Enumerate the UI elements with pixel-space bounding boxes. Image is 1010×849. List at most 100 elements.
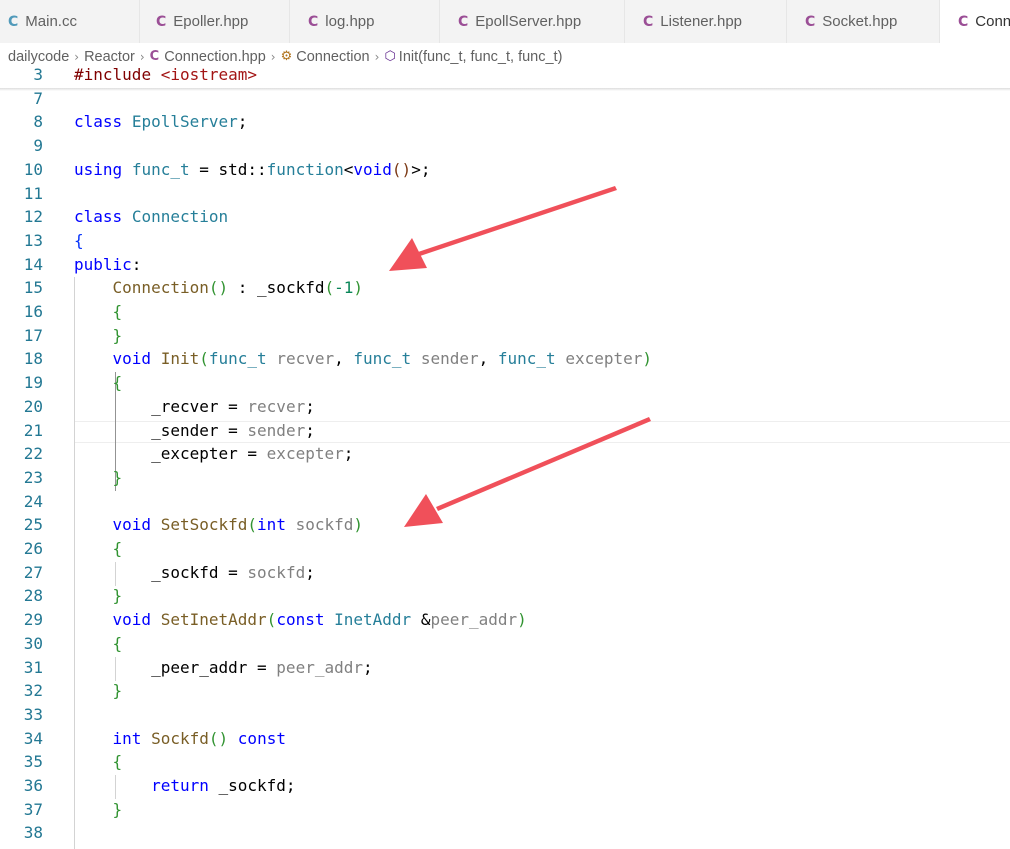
code-token: Connection [112, 278, 209, 297]
code-text: int Sockfd() const [74, 727, 286, 751]
code-token: InetAddr [334, 610, 412, 629]
code-token: ; [305, 563, 315, 582]
tab-main-cc[interactable]: C Main.cc [0, 0, 140, 43]
code-line[interactable]: 22 _excepter = excepter; [0, 442, 1010, 466]
line-number: 13 [23, 231, 43, 250]
code-line[interactable]: 32 } [0, 679, 1010, 703]
code-line[interactable]: 26 { [0, 537, 1010, 561]
tab-epollserver-hpp[interactable]: C EpollServer.hpp [440, 0, 625, 43]
code-line[interactable]: 16 { [0, 300, 1010, 324]
tab-socket-hpp[interactable]: C Socket.hpp [787, 0, 940, 43]
code-line[interactable]: 17 } [0, 324, 1010, 348]
code-line[interactable]: 9 [0, 134, 1010, 158]
code-line[interactable]: 30 { [0, 632, 1010, 656]
code-token: ( [391, 160, 402, 179]
code-token: ( [324, 278, 335, 297]
code-line[interactable]: 20 _recver = recver; [0, 395, 1010, 419]
code-line[interactable]: 37 } [0, 798, 1010, 822]
code-token: EpollServer [131, 112, 238, 131]
code-token: ) [218, 729, 229, 748]
code-line[interactable]: 28 } [0, 584, 1010, 608]
tab-connection-hpp[interactable]: C Conn [940, 0, 1010, 43]
code-token: recver [276, 349, 335, 368]
code-line[interactable]: 21 _sender = sender; [0, 419, 1010, 443]
code-line[interactable]: 8 class EpollServer; [0, 110, 1010, 134]
code-text: { [74, 632, 123, 656]
line-number: 23 [23, 468, 43, 487]
cpp-file-icon: C [149, 49, 160, 64]
code-line[interactable]: 10 using func_t = std::function<void()>; [0, 158, 1010, 182]
tab-label: Main.cc [25, 13, 77, 30]
line-number: 8 [33, 112, 43, 131]
code-text: } [74, 679, 123, 703]
code-line[interactable]: 12 class Connection [0, 205, 1010, 229]
code-line[interactable]: 27 _sockfd = sockfd; [0, 561, 1010, 585]
code-line[interactable]: 25 void SetSockfd(int sockfd) [0, 513, 1010, 537]
code-text: { [74, 537, 123, 561]
code-line[interactable]: 35 { [0, 750, 1010, 774]
code-token: ) [642, 349, 653, 368]
code-text: _excepter = excepter; [74, 442, 353, 466]
line-number: 32 [23, 681, 43, 700]
code-text: using func_t = std::function<void()>; [74, 158, 430, 182]
code-line[interactable]: 33 [0, 703, 1010, 727]
line-number: 20 [23, 397, 43, 416]
code-token: func_t [353, 349, 412, 368]
line-number: 19 [23, 373, 43, 392]
code-token: peer_addr [430, 610, 518, 629]
line-number: 36 [23, 776, 43, 795]
line-number: 31 [23, 658, 43, 677]
code-token: SetInetAddr [160, 610, 267, 629]
code-token: } [112, 681, 123, 700]
line-number: 34 [23, 729, 43, 748]
tab-epoller-hpp[interactable]: C Epoller.hpp [140, 0, 290, 43]
code-token: _recver [151, 397, 219, 416]
code-token: } [112, 468, 123, 487]
code-line[interactable]: 19 { [0, 371, 1010, 395]
code-line[interactable]: 18 void Init(func_t recver, func_t sende… [0, 347, 1010, 371]
code-token: _sockfd; [208, 776, 296, 795]
code-line[interactable]: 14 public: [0, 253, 1010, 277]
code-text: { [74, 300, 123, 324]
code-line[interactable]: 3 #include <iostream> [0, 63, 1010, 87]
line-number: 33 [23, 705, 43, 724]
line-number: 16 [23, 302, 43, 321]
code-line[interactable]: 15 Connection() : _sockfd(-1) [0, 276, 1010, 300]
line-number: 15 [23, 278, 43, 297]
code-text: return _sockfd; [74, 774, 296, 798]
code-token: -1 [334, 278, 354, 297]
code-token: sockfd [247, 563, 306, 582]
code-token: { [112, 634, 123, 653]
code-line[interactable]: 38 [0, 821, 1010, 845]
code-token: = [218, 563, 248, 582]
tab-log-hpp[interactable]: C log.hpp [290, 0, 440, 43]
code-line[interactable]: 23 } [0, 466, 1010, 490]
line-number: 14 [23, 255, 43, 274]
code-line[interactable]: 34 int Sockfd() const [0, 727, 1010, 751]
code-line[interactable]: 36 return _sockfd; [0, 774, 1010, 798]
class-symbol-icon: ⚙ [280, 49, 293, 64]
code-line[interactable]: 29 void SetInetAddr(const InetAddr &peer… [0, 608, 1010, 632]
code-line[interactable]: 11 [0, 182, 1010, 206]
tab-listener-hpp[interactable]: C Listener.hpp [625, 0, 787, 43]
code-token: ; [305, 397, 315, 416]
code-token: = std:: [189, 160, 267, 179]
code-line[interactable]: 31 _peer_addr = peer_addr; [0, 656, 1010, 680]
code-line[interactable]: 13 { [0, 229, 1010, 253]
line-number: 11 [23, 184, 43, 203]
code-token: { [112, 373, 123, 392]
code-line[interactable]: 24 [0, 490, 1010, 514]
code-token: void [112, 349, 152, 368]
line-number: 18 [23, 349, 43, 368]
code-token: Connection [131, 207, 229, 226]
code-text: { [74, 371, 123, 395]
